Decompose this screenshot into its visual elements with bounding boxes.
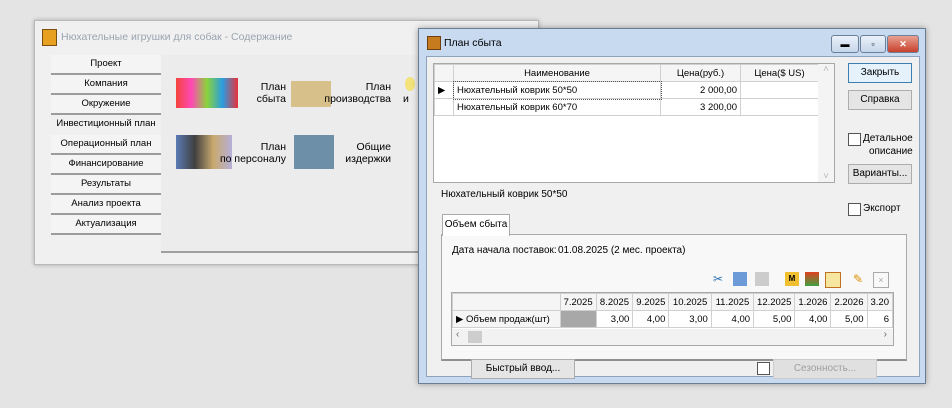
volume-grid[interactable]: 7.2025 8.2025 9.2025 10.2025 11.2025 12.2025 1…	[451, 292, 894, 346]
nav-project[interactable]: Проект	[51, 55, 161, 75]
minimize-button[interactable]: ▬	[831, 35, 859, 53]
shopping-bags-icon	[176, 78, 238, 108]
box-icon	[427, 36, 441, 50]
export-checkbox[interactable]	[848, 203, 861, 216]
sales-plan-window: План сбыта ▬ ▫ ✕ Наименование Цена(руб.) Ц…	[418, 28, 926, 384]
horizontal-scrollbar[interactable]: ‹ ›	[452, 329, 893, 345]
vertical-scrollbar[interactable]: ˄ ˅	[818, 64, 834, 182]
table-row[interactable]: ▶ Нюхательный коврик 50*50 2 000,00	[434, 80, 819, 100]
row-indicator-icon: ▶	[456, 313, 466, 325]
copy-icon[interactable]	[733, 272, 747, 286]
col-price-rub: Цена(руб.)	[660, 64, 741, 82]
close-window-button[interactable]: ✕	[887, 35, 919, 53]
tile-label: План сбыта	[256, 81, 286, 105]
bar-chart-icon[interactable]	[825, 272, 841, 288]
table-row[interactable]: Нюхательный коврик 60*70 3 200,00	[434, 98, 819, 116]
nav-project-analysis[interactable]: Анализ проекта	[51, 195, 161, 215]
scroll-thumb[interactable]	[468, 331, 482, 343]
paste-icon[interactable]	[755, 272, 769, 286]
products-grid[interactable]: Наименование Цена(руб.) Цена($ US) ▶ Нюхате…	[433, 63, 835, 183]
nav-financing[interactable]: Финансирование	[51, 155, 161, 175]
project-book-icon	[42, 29, 57, 46]
detailed-description-label: Детальное описание	[863, 133, 913, 157]
lightbulb-icon	[405, 77, 415, 91]
tab-sales-volume[interactable]: Объем сбыта	[442, 214, 510, 236]
col-name: Наименование	[453, 64, 661, 82]
detailed-description-checkbox[interactable]	[848, 133, 861, 146]
tile-personnel-plan[interactable]: План по персоналу	[176, 133, 286, 173]
cut-icon[interactable]: ✂	[711, 272, 725, 286]
tile-label: Общие издержки	[345, 141, 391, 165]
nav-company[interactable]: Компания	[51, 75, 161, 95]
nav-results[interactable]: Результаты	[51, 175, 161, 195]
start-date-value: 01.08.2025 (2 мес. проекта)	[558, 245, 686, 256]
seasonality-checkbox[interactable]	[757, 362, 770, 375]
nav-operational-plan[interactable]: Операционный план	[51, 135, 161, 155]
nav-investment-plan[interactable]: Инвестиционный план	[51, 115, 161, 133]
col-price-usd: Цена($ US)	[740, 64, 819, 82]
table-row[interactable]: ▶ Объем продаж(шт) 3,00 4,00 3,00 4,00 5,00 4…	[452, 310, 893, 328]
clear-icon[interactable]: ×	[873, 272, 889, 288]
tile-overhead-costs[interactable]: Общие издержки	[294, 133, 391, 173]
tile-label: План по персоналу	[219, 141, 286, 165]
tile-label: План производства	[324, 81, 391, 105]
help-button[interactable]: Справка	[848, 90, 912, 110]
maximize-button[interactable]: ▫	[860, 35, 886, 53]
crowd-icon	[294, 135, 334, 169]
export-label: Экспорт	[863, 203, 901, 214]
tile-sales-plan[interactable]: План сбыта	[176, 73, 286, 113]
start-date-label: Дата начала поставок:	[452, 245, 557, 256]
window-title: Нюхательные игрушки для собак - Содержан…	[61, 31, 293, 43]
variants-button[interactable]: Варианты...	[848, 164, 912, 184]
quick-input-button[interactable]: Быстрый ввод...	[471, 359, 575, 379]
close-button[interactable]: Закрыть	[848, 63, 912, 83]
nav-actualization[interactable]: Актуализация	[51, 215, 161, 235]
window-body: Наименование Цена(руб.) Цена($ US) ▶ Нюхате…	[426, 56, 920, 379]
monthly-icon[interactable]: M	[785, 272, 799, 286]
nav-environment[interactable]: Окружение	[51, 95, 161, 115]
window-title: План сбыта	[444, 37, 502, 49]
row-indicator-icon: ▶	[434, 81, 454, 99]
group-label: Нюхательный коврик 50*50	[441, 189, 568, 200]
seasonality-button[interactable]: Сезонность...	[773, 359, 877, 379]
pencil-icon[interactable]: ✎	[851, 272, 865, 286]
chart-icon[interactable]	[805, 272, 819, 286]
tile-production-plan[interactable]: План производства	[291, 73, 391, 113]
